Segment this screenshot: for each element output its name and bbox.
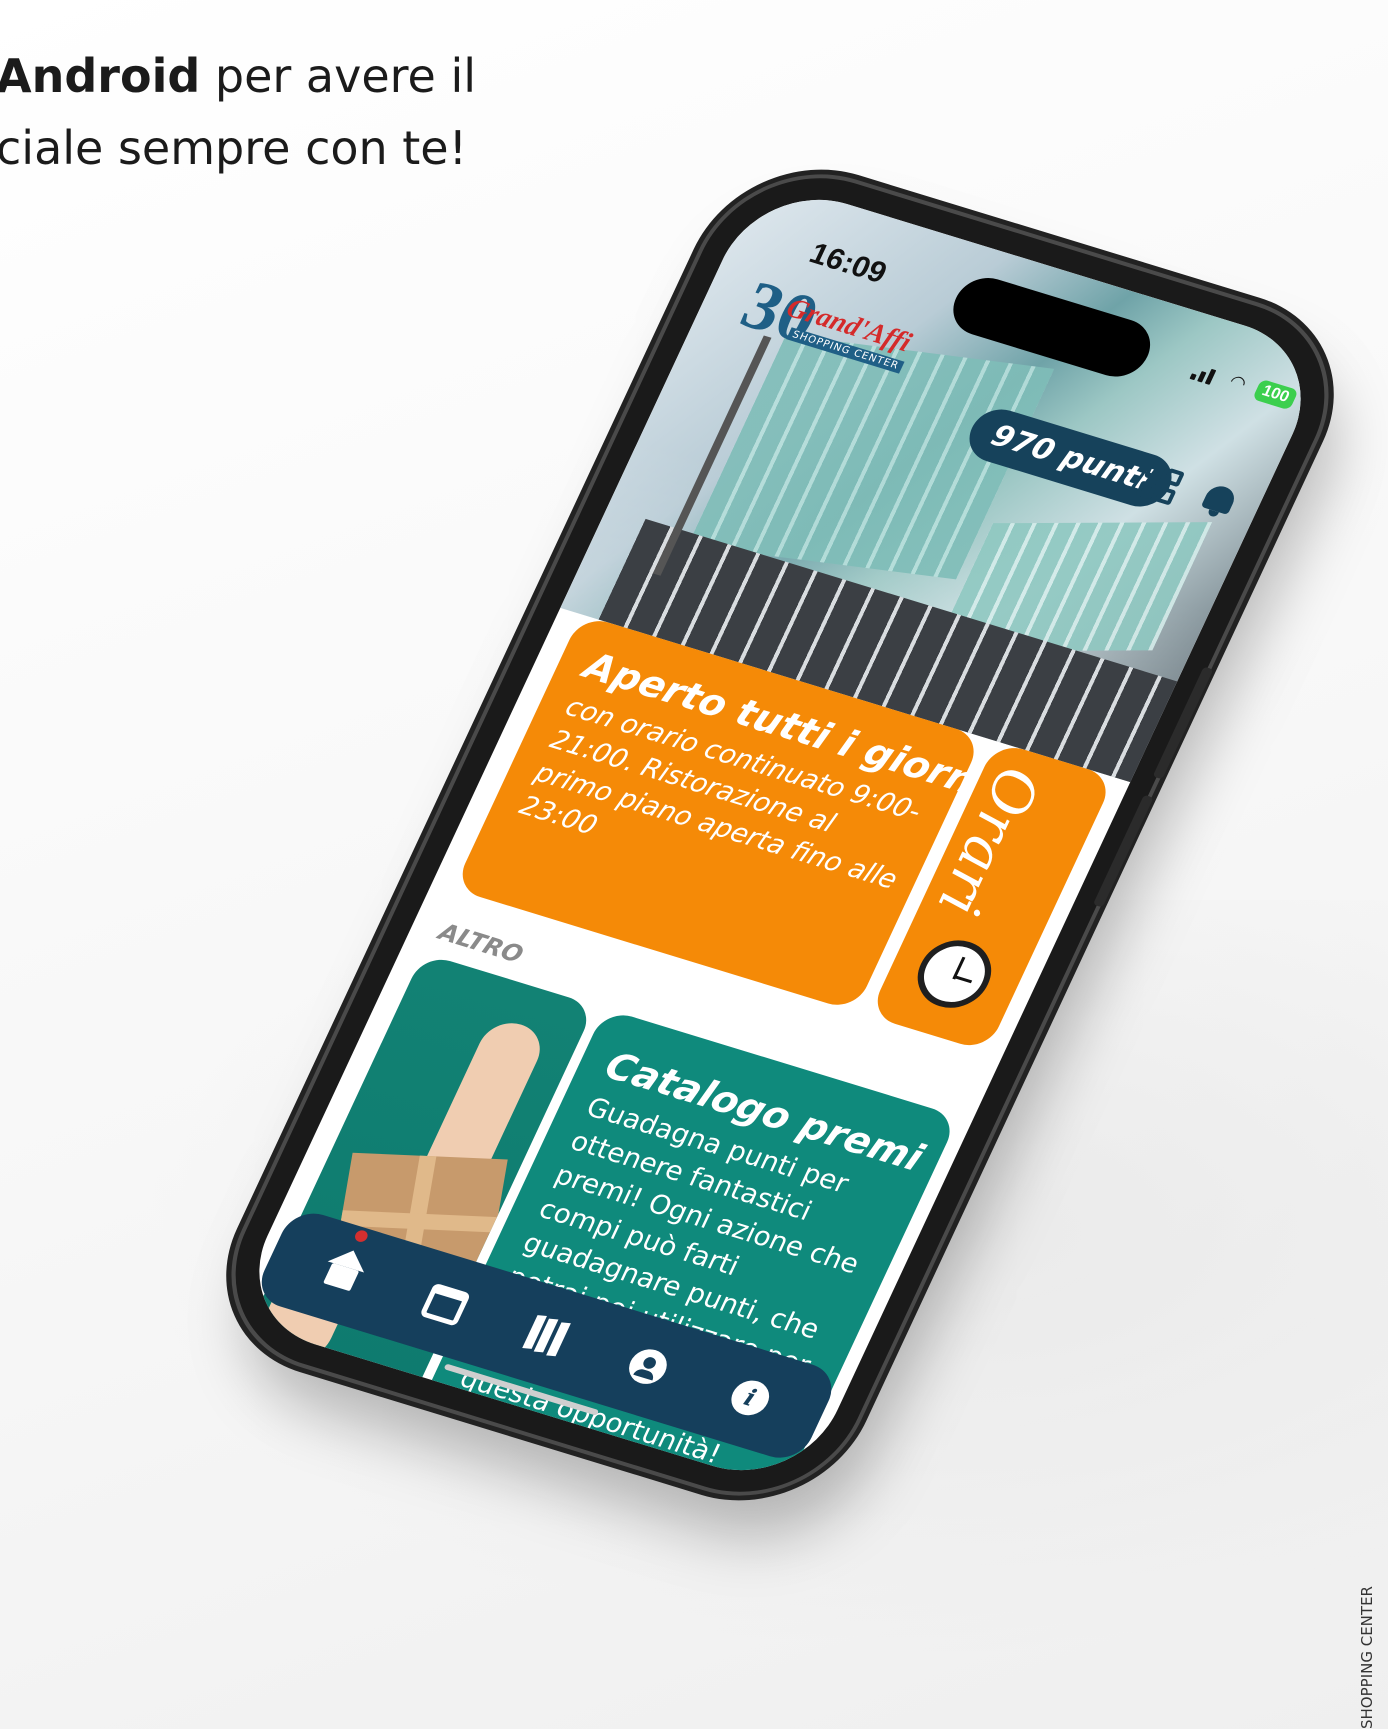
- promo-bold: Android: [0, 49, 201, 103]
- map-icon: [522, 1314, 571, 1357]
- info-icon: i: [725, 1376, 775, 1420]
- side-credit: SHOPPING CENTER: [1358, 1586, 1376, 1729]
- promo-line-1: Android per avere il: [0, 40, 556, 112]
- user-icon: [623, 1344, 674, 1389]
- alarm-clock-icon: [906, 931, 1003, 1017]
- nav-info[interactable]: i: [715, 1368, 784, 1428]
- active-dot: [353, 1228, 370, 1244]
- nav-home-icon[interactable]: [308, 1228, 377, 1303]
- promo-text: Android per avere il ciale sempre con te…: [0, 40, 556, 184]
- nav-profile[interactable]: [614, 1337, 683, 1397]
- promo-line-2: ciale sempre con te!: [0, 121, 468, 175]
- promo-line-1-rest: per avere il: [200, 49, 477, 103]
- nav-map[interactable]: [512, 1305, 581, 1365]
- nav-calendar[interactable]: [410, 1274, 479, 1334]
- calendar-icon: [418, 1282, 471, 1327]
